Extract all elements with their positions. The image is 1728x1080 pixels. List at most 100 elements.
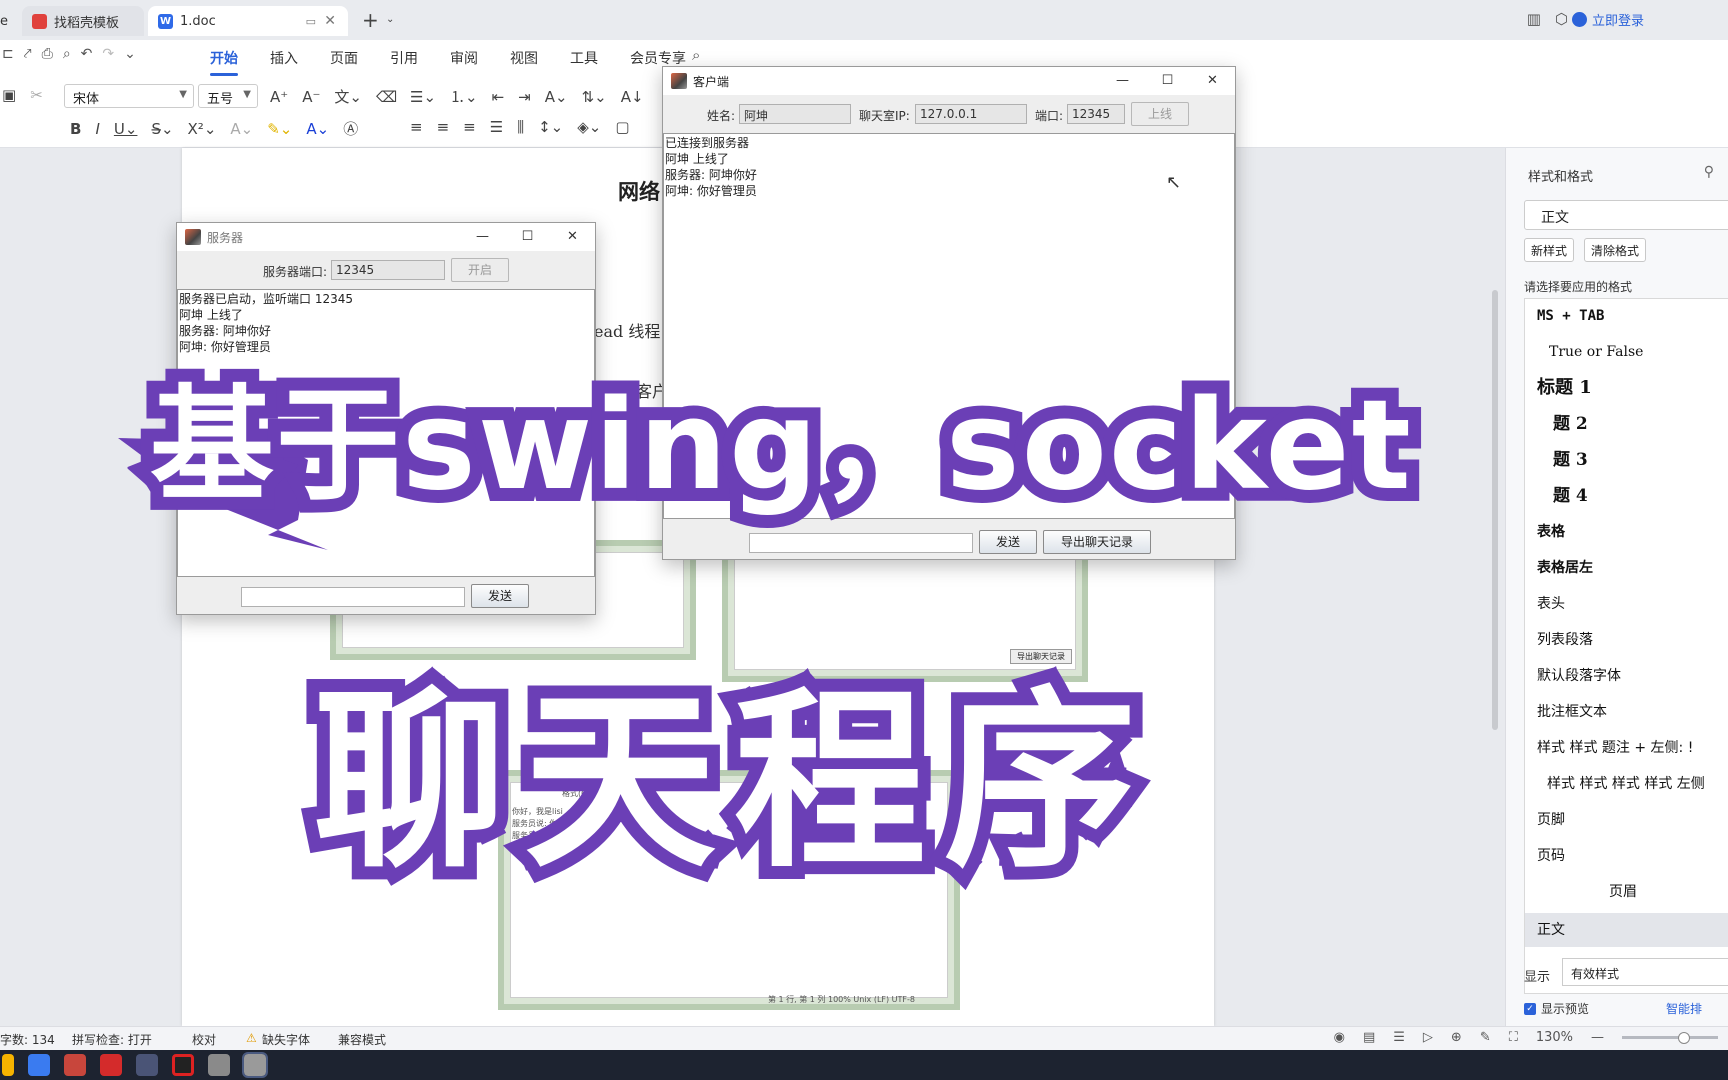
- word-count[interactable]: 字数: 134: [0, 1031, 55, 1048]
- client-ip-field[interactable]: 127.0.0.1: [915, 104, 1027, 124]
- cut-icon[interactable]: ✂: [30, 86, 43, 104]
- indent-icon[interactable]: ⇥: [518, 88, 531, 106]
- server-port-field[interactable]: 12345: [331, 260, 445, 280]
- client-name-field[interactable]: 阿坤: [739, 104, 851, 124]
- java-app-icon[interactable]: [208, 1054, 230, 1076]
- fit-icon[interactable]: ⛶: [1509, 1030, 1518, 1045]
- app-icon[interactable]: [64, 1054, 86, 1076]
- web-view-icon[interactable]: ⊕: [1451, 1030, 1462, 1045]
- minimize-icon[interactable]: —: [460, 223, 505, 251]
- close-icon[interactable]: ✕: [1190, 67, 1235, 95]
- folder-icon[interactable]: [2, 1054, 14, 1076]
- more-chevron-icon[interactable]: ⌄: [124, 46, 136, 62]
- pin-icon[interactable]: ⚲: [1704, 164, 1714, 180]
- style-item[interactable]: 页脚↵: [1537, 803, 1728, 837]
- style-item[interactable]: 题 2↵: [1553, 407, 1728, 441]
- style-item-selected[interactable]: 正文↵: [1525, 913, 1728, 947]
- smart-layout-link[interactable]: 智能排: [1666, 1000, 1702, 1017]
- menu-view[interactable]: 视图: [510, 46, 538, 70]
- close-icon[interactable]: ✕: [550, 223, 595, 251]
- client-send-button[interactable]: 发送: [979, 530, 1037, 554]
- style-item[interactable]: MS + TAB↵: [1537, 299, 1728, 333]
- new-tab-icon[interactable]: +: [362, 8, 379, 32]
- wps-icon[interactable]: [100, 1054, 122, 1076]
- play-icon[interactable]: ▷: [1423, 1030, 1433, 1045]
- tab-document[interactable]: W 1.doc ▭ ✕: [148, 6, 348, 36]
- align-right-icon[interactable]: ≡: [463, 118, 476, 136]
- current-style-field[interactable]: 正文: [1524, 200, 1728, 230]
- server-send-button[interactable]: 发送: [471, 584, 529, 608]
- style-item[interactable]: 表格居左↵: [1537, 551, 1728, 585]
- distribute-icon[interactable]: ⫼: [517, 118, 524, 136]
- cube-icon[interactable]: ⬡: [1555, 10, 1568, 28]
- open-icon[interactable]: ⊏: [2, 46, 14, 62]
- app-icon[interactable]: [28, 1054, 50, 1076]
- shading-icon[interactable]: ◈⌄: [577, 118, 601, 136]
- line-spacing-icon[interactable]: ↕⌄: [538, 118, 563, 136]
- align-center-icon[interactable]: ≡: [437, 118, 450, 136]
- tab-template[interactable]: 找稻壳模板: [22, 6, 144, 36]
- zoom-level[interactable]: 130%: [1536, 1030, 1573, 1045]
- show-select[interactable]: 有效样式: [1562, 958, 1728, 986]
- undo-icon[interactable]: ↶: [81, 46, 93, 62]
- paste-icon[interactable]: ▣: [2, 86, 16, 104]
- style-item[interactable]: 表格↵: [1537, 515, 1728, 549]
- new-style-button[interactable]: 新样式: [1524, 238, 1575, 262]
- record-icon[interactable]: [172, 1054, 194, 1076]
- superscript-icon[interactable]: X²⌄: [188, 120, 217, 138]
- strikethrough-icon[interactable]: S̶⌄: [151, 120, 173, 138]
- share-icon[interactable]: ⤤: [24, 46, 32, 62]
- style-item[interactable]: 标题 1↵: [1537, 371, 1728, 405]
- outline-view-icon[interactable]: ☰: [1393, 1030, 1405, 1045]
- minimize-icon[interactable]: —: [1100, 67, 1145, 95]
- text-direction-icon[interactable]: A⌄: [545, 88, 568, 106]
- print-preview-icon[interactable]: ⌕: [63, 46, 71, 62]
- style-item[interactable]: 题 3↵: [1553, 443, 1728, 477]
- clear-format-button[interactable]: 清除格式: [1584, 238, 1647, 262]
- vertical-scrollbar[interactable]: [1492, 290, 1498, 730]
- start-button[interactable]: 开启: [451, 258, 509, 282]
- spell-check[interactable]: 拼写检查: 打开: [72, 1031, 152, 1048]
- style-item[interactable]: 样式 样式 题注 + 左侧: !↵: [1537, 731, 1728, 765]
- bold-icon[interactable]: B: [70, 120, 81, 138]
- client-message-input[interactable]: [749, 533, 973, 553]
- layout-icon[interactable]: ▥: [1527, 10, 1541, 28]
- underline-icon[interactable]: U⌄: [114, 120, 138, 138]
- menu-home[interactable]: 开始: [210, 46, 238, 76]
- restore-tab-icon[interactable]: ▭: [306, 15, 316, 28]
- server-message-input[interactable]: [241, 587, 465, 607]
- style-item[interactable]: 题 4↵: [1553, 479, 1728, 513]
- search-icon[interactable]: ⌕: [692, 46, 700, 64]
- italic-icon[interactable]: I: [95, 120, 99, 138]
- align-left-icon[interactable]: ≡: [410, 118, 423, 136]
- tab-partial[interactable]: e: [0, 6, 20, 36]
- chevron-down-icon[interactable]: ⌄: [386, 14, 394, 25]
- style-item[interactable]: 表头↵: [1537, 587, 1728, 621]
- text-effect-icon[interactable]: A⌄: [230, 120, 253, 138]
- app-icon[interactable]: [136, 1054, 158, 1076]
- char-shading-icon[interactable]: Ⓐ: [343, 118, 358, 139]
- menu-insert[interactable]: 插入: [270, 46, 298, 70]
- style-item[interactable]: 列表段落↵: [1537, 623, 1728, 657]
- client-titlebar[interactable]: 客户端 — ☐ ✕: [663, 67, 1235, 95]
- font-size-select[interactable]: 五号 ▼: [198, 84, 258, 108]
- sort-icon[interactable]: ⇅⌄: [582, 88, 607, 106]
- export-chat-button[interactable]: 导出聊天记录: [1043, 530, 1151, 554]
- client-port-field[interactable]: 12345: [1067, 104, 1125, 124]
- page-view-icon[interactable]: ▤: [1363, 1030, 1375, 1045]
- shrink-font-icon[interactable]: A⁻: [302, 88, 320, 106]
- java-app-icon[interactable]: [242, 1052, 268, 1078]
- style-item[interactable]: 页码⊖: [1537, 839, 1728, 873]
- styles-pane-title[interactable]: 样式和格式: [1528, 166, 1593, 185]
- style-item[interactable]: 默认段落字体⊖: [1537, 659, 1728, 693]
- online-button[interactable]: 上线: [1131, 102, 1189, 126]
- print-icon[interactable]: ⎙: [42, 46, 53, 62]
- maximize-icon[interactable]: ☐: [1145, 67, 1190, 95]
- style-item[interactable]: 页眉↵: [1609, 875, 1728, 909]
- close-tab-icon[interactable]: ✕: [324, 13, 336, 29]
- maximize-icon[interactable]: ☐: [505, 223, 550, 251]
- zoom-slider[interactable]: [1622, 1032, 1718, 1044]
- eraser-icon[interactable]: ⌫: [376, 88, 397, 106]
- justify-icon[interactable]: ☰: [490, 118, 503, 136]
- outdent-icon[interactable]: ⇤: [492, 88, 505, 106]
